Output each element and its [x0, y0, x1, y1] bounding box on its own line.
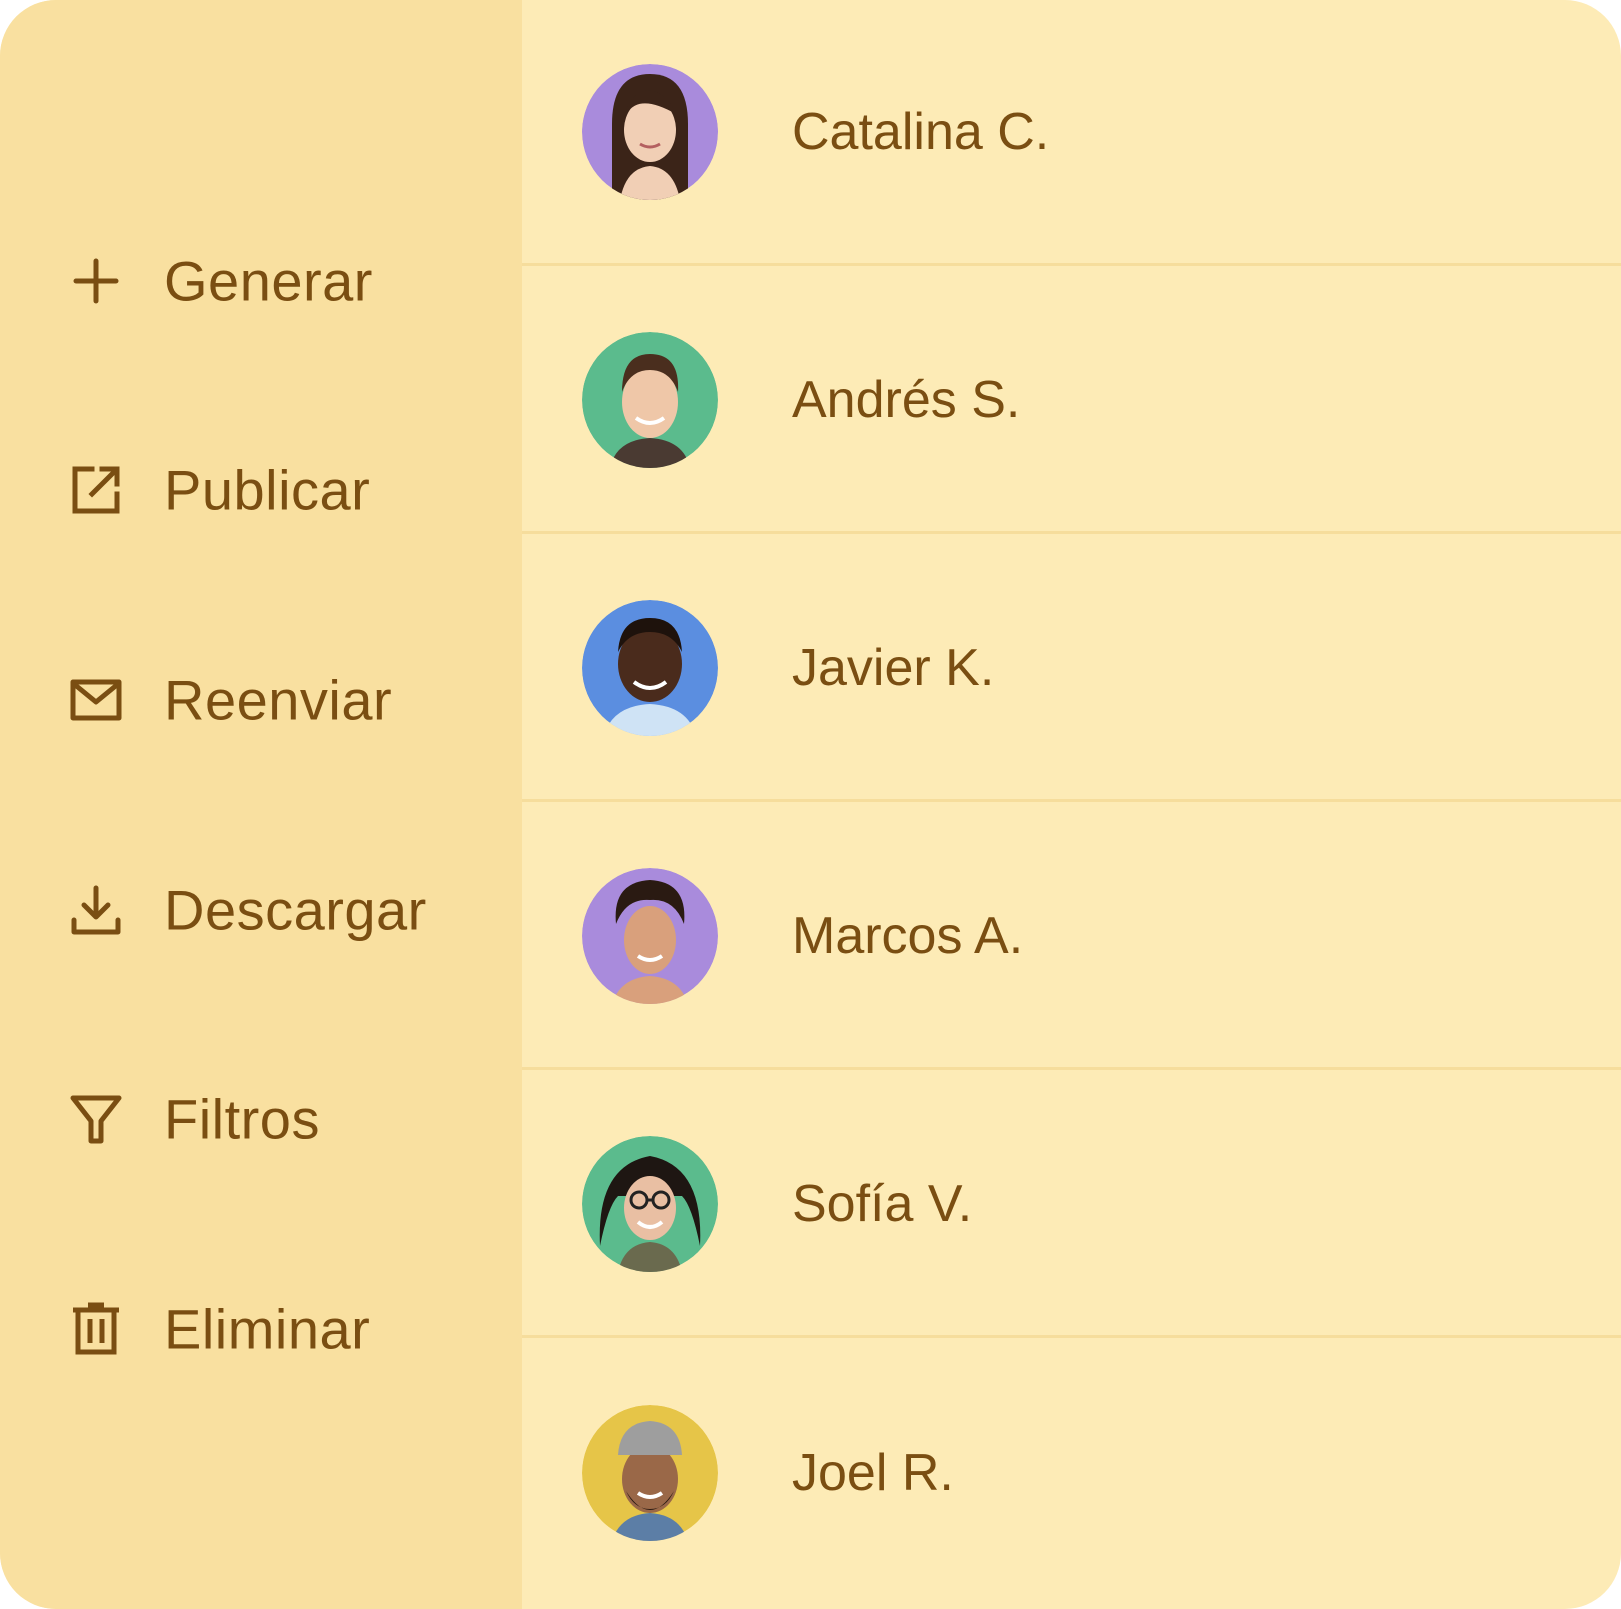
- contacts-card: Generar Publicar Reenviar Descargar Filt…: [0, 0, 1621, 1609]
- menu-label-publicar: Publicar: [164, 458, 371, 522]
- menu-label-descargar: Descargar: [164, 878, 427, 942]
- menu-label-filtros: Filtros: [164, 1087, 320, 1151]
- avatar: [582, 63, 718, 200]
- mail-icon: [68, 672, 124, 728]
- people-list: Catalina C. Andrés S. Javier K. Marcos A…: [522, 0, 1621, 1609]
- person-name: Marcos A.: [792, 906, 1024, 965]
- trash-icon: [68, 1301, 124, 1357]
- menu-item-filtros[interactable]: Filtros: [0, 1064, 522, 1174]
- avatar: [582, 1405, 718, 1541]
- menu-label-generar: Generar: [164, 249, 373, 313]
- person-name: Catalina C.: [792, 102, 1050, 161]
- action-sidebar: Generar Publicar Reenviar Descargar Filt…: [0, 0, 522, 1609]
- list-item-person[interactable]: Marcos A.: [522, 804, 1621, 1070]
- list-item-person[interactable]: Andrés S.: [522, 268, 1621, 534]
- avatar: [582, 331, 718, 468]
- menu-item-reenviar[interactable]: Reenviar: [0, 645, 522, 755]
- list-item-person[interactable]: Sofía V.: [522, 1072, 1621, 1338]
- avatar: [582, 1135, 718, 1272]
- person-name: Javier K.: [792, 638, 995, 697]
- person-name: Joel R.: [792, 1444, 954, 1502]
- plus-icon: [68, 253, 124, 309]
- menu-item-publicar[interactable]: Publicar: [0, 435, 522, 545]
- list-item-person[interactable]: Catalina C.: [522, 0, 1621, 266]
- avatar: [582, 867, 718, 1004]
- download-icon: [68, 882, 124, 938]
- person-name: Andrés S.: [792, 370, 1021, 429]
- menu-label-eliminar: Eliminar: [164, 1297, 371, 1361]
- person-name: Sofía V.: [792, 1174, 973, 1233]
- list-item-person[interactable]: Joel R.: [522, 1340, 1621, 1606]
- filter-icon: [68, 1091, 124, 1147]
- list-item-person[interactable]: Javier K.: [522, 536, 1621, 802]
- external-link-icon: [68, 462, 124, 518]
- menu-item-eliminar[interactable]: Eliminar: [0, 1274, 522, 1384]
- menu-item-generar[interactable]: Generar: [0, 226, 522, 336]
- menu-label-reenviar: Reenviar: [164, 668, 393, 732]
- menu-item-descargar[interactable]: Descargar: [0, 855, 522, 965]
- avatar: [582, 599, 718, 736]
